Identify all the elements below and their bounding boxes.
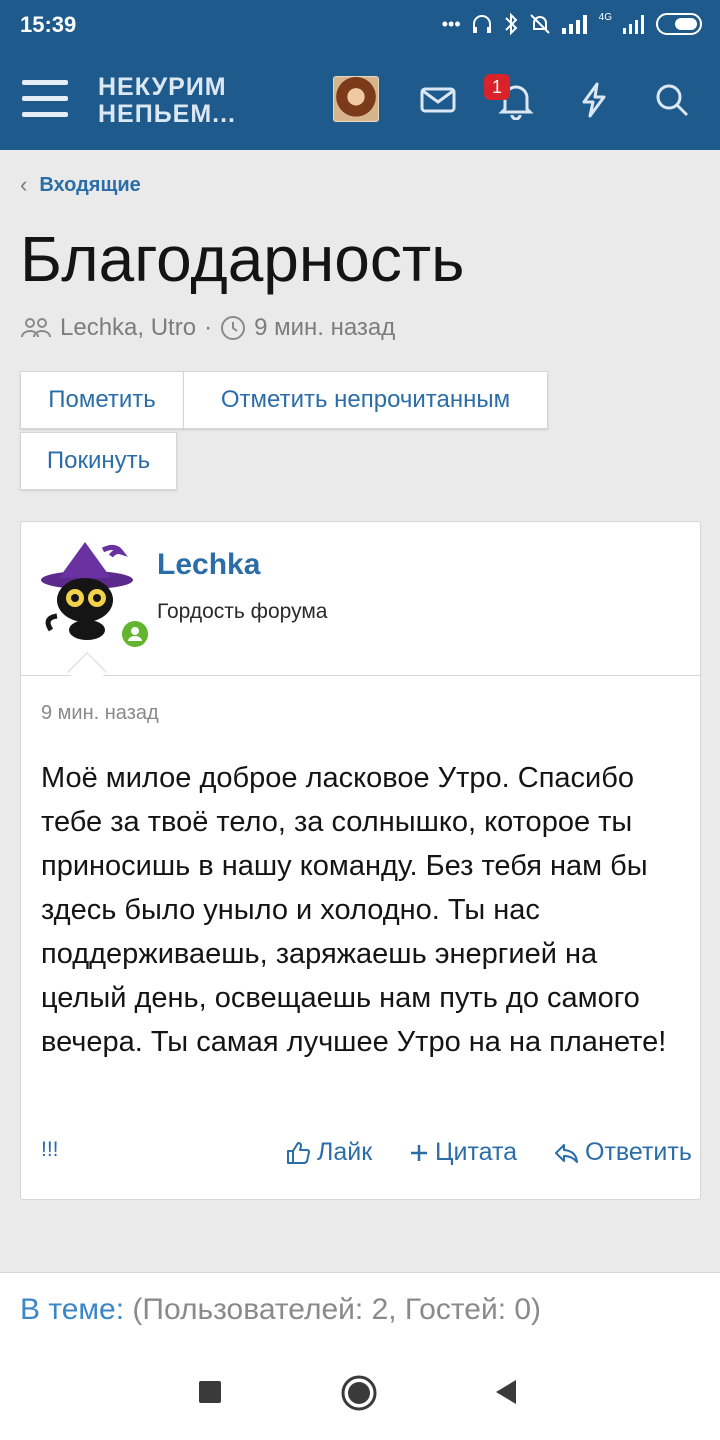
post-body: Моё милое доброе ласковое Утро. Спасибо …	[41, 762, 667, 1058]
status-bar: 15:39 ••• 4G	[0, 0, 720, 52]
post-username[interactable]: Lechka	[157, 548, 260, 582]
dots-icon: •••	[441, 13, 461, 34]
leave-button[interactable]: Покинуть	[20, 432, 177, 490]
envelope-icon[interactable]	[418, 80, 458, 120]
menu-icon[interactable]	[22, 80, 68, 118]
like-button[interactable]: Лайк	[285, 1138, 372, 1167]
recent-apps-icon[interactable]	[198, 1380, 222, 1404]
logo-line-1: НЕКУРИМ	[98, 73, 227, 101]
bluetooth-icon	[504, 12, 518, 36]
meta-separator: ·	[204, 314, 213, 341]
online-status-icon	[119, 618, 151, 650]
message-post: Lechka Гордость форума 9 мин. назад Моё …	[20, 521, 701, 1200]
clock-icon	[221, 316, 246, 340]
reply-button[interactable]: Ответить	[553, 1138, 692, 1167]
quote-label: Цитата	[435, 1138, 518, 1166]
breadcrumb-label: Входящие	[39, 173, 141, 196]
in-topic-value: (Пользователей: 2, Гостей: 0)	[132, 1293, 542, 1326]
post-actions: !!! Лайк Цитата Ответить	[41, 1138, 692, 1172]
silent-icon	[529, 14, 550, 34]
status-icons: ••• 4G	[442, 12, 702, 36]
search-icon[interactable]	[652, 80, 692, 120]
account-avatar[interactable]	[333, 76, 379, 122]
post-arrow	[67, 652, 107, 692]
top-bar: 15:39 ••• 4G НЕКУРИМ НЕПЬЕМ... 1	[0, 0, 720, 150]
users-icon	[21, 318, 51, 338]
post-time[interactable]: 9 мин. назад	[41, 702, 159, 725]
in-topic-bar: В теме: (Пользователей: 2, Гостей: 0)	[0, 1272, 720, 1346]
system-nav-bar	[0, 1346, 720, 1440]
battery-icon	[656, 13, 702, 35]
mark-button[interactable]: Пометить	[20, 371, 184, 429]
plus-icon	[411, 1144, 427, 1161]
conversation-meta: Lechka, Utro · 9 мин. назад	[20, 314, 395, 342]
in-topic-label[interactable]: В теме:	[20, 1293, 124, 1326]
reply-label: Ответить	[585, 1138, 692, 1166]
signal-icon-2	[623, 15, 644, 34]
chevron-left-icon: ‹	[20, 172, 28, 197]
back-icon[interactable]	[494, 1378, 518, 1406]
site-logo[interactable]: НЕКУРИМ НЕПЬЕМ...	[98, 74, 236, 128]
signal-icon	[561, 15, 587, 34]
mark-unread-button[interactable]: Отметить непрочитанным	[183, 371, 548, 429]
site-header: НЕКУРИМ НЕПЬЕМ... 1	[0, 52, 720, 150]
quote-button[interactable]: Цитата	[409, 1138, 517, 1167]
user-title: Гордость форума	[157, 600, 328, 623]
page-title: Благодарность	[20, 223, 465, 295]
logo-line-2: НЕПЬЕМ...	[98, 100, 237, 128]
report-link[interactable]: !!!	[41, 1138, 59, 1162]
reply-icon	[555, 1143, 578, 1163]
notification-badge: 1	[484, 74, 510, 100]
post-user-block: Lechka Гордость форума	[21, 522, 700, 692]
conversation-time: 9 мин. назад	[254, 314, 396, 341]
lightning-icon[interactable]	[574, 80, 614, 120]
home-icon[interactable]	[340, 1374, 378, 1412]
breadcrumb[interactable]: ‹ Входящие	[20, 172, 141, 198]
participants[interactable]: Lechka, Utro	[60, 314, 196, 342]
headphones-icon	[472, 15, 491, 33]
like-label: Лайк	[317, 1138, 373, 1166]
4g-signal-icon: 4G	[598, 12, 612, 23]
thumbs-up-icon	[287, 1141, 310, 1164]
status-time: 15:39	[20, 12, 77, 37]
in-topic-info: В теме: (Пользователей: 2, Гостей: 0)	[20, 1293, 541, 1327]
